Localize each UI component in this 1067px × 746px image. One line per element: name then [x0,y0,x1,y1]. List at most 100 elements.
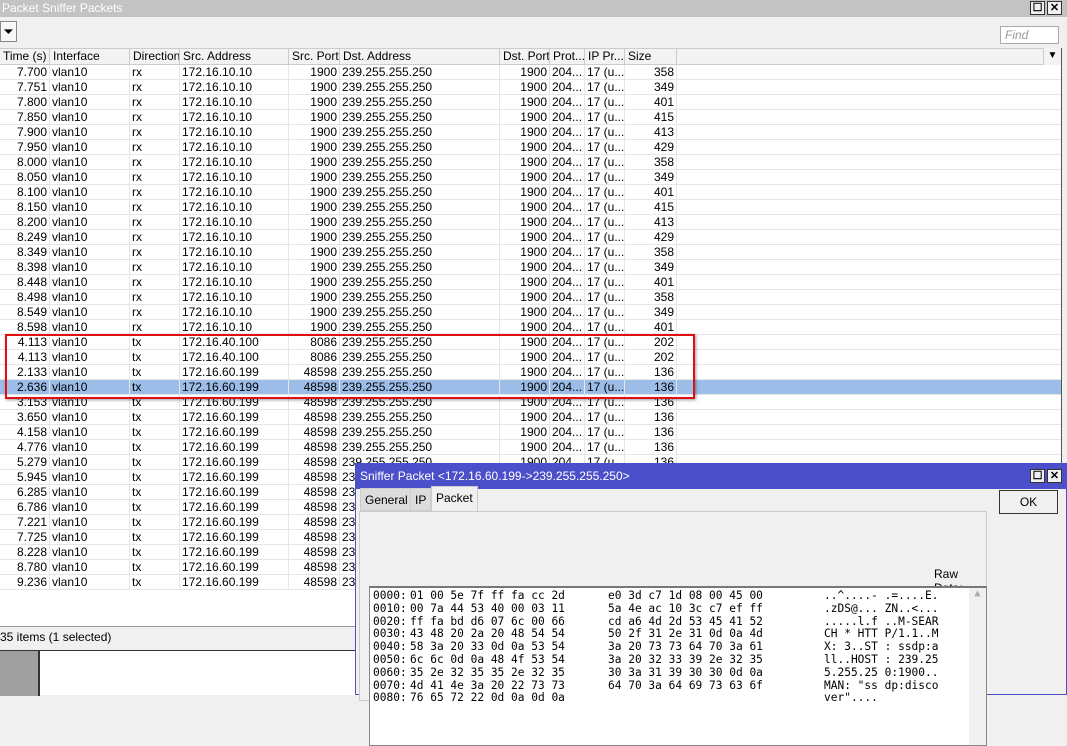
table-cell: 204... [550,80,585,95]
table-row[interactable]: 8.050 vlan10 rx 172.16.10.10 1900 239.255.255… [0,170,1061,185]
table-row[interactable]: 8.100 vlan10 rx 172.16.10.10 1900 239.255.255… [0,185,1061,200]
table-cell: rx [130,65,180,80]
filter-button[interactable]: ⏷ [0,21,17,42]
table-cell: 401 [625,185,677,200]
table-cell: 239.255.255.250 [340,245,500,260]
table-row[interactable]: 7.950 vlan10 rx 172.16.10.10 1900 239.255.255… [0,140,1061,155]
table-cell: 172.16.60.199 [180,455,289,470]
table-row[interactable]: 7.900 vlan10 rx 172.16.10.10 1900 239.255.255… [0,125,1061,140]
hex-h2: 64 70 3a 64 69 73 63 6f [608,678,763,692]
table-cell: 1900 [500,65,550,80]
column-header[interactable]: Dst. Address [340,49,500,64]
dialog-maximize-button[interactable]: ☐ [1030,469,1045,483]
find-input[interactable]: Find [1000,26,1059,44]
hex-off: 0010: [373,601,407,615]
column-header[interactable]: Interface [50,49,130,64]
vertical-scrollbar[interactable]: ▲ [969,588,986,745]
hex-h1: 6c 6c 0d 0a 48 4f 53 54 [410,652,565,666]
table-row[interactable]: 8.498 vlan10 rx 172.16.10.10 1900 239.255.255… [0,290,1061,305]
table-cell: tx [130,440,180,455]
table-cell: vlan10 [50,230,130,245]
dialog-close-button[interactable]: ✕ [1047,469,1062,483]
table-cell: tx [130,470,180,485]
table-cell: 3.650 [0,410,50,425]
table-cell: 1900 [500,230,550,245]
table-cell: vlan10 [50,140,130,155]
table-cell: 8.150 [0,200,50,215]
table-cell: 401 [625,95,677,110]
table-row[interactable]: 8.000 vlan10 rx 172.16.10.10 1900 239.255.255… [0,155,1061,170]
tab-general[interactable]: General [360,488,413,511]
table-cell: 17 (u... [585,290,625,305]
column-header[interactable]: Direction [130,49,180,64]
table-cell: 239.255.255.250 [340,125,500,140]
table-cell: 204... [550,245,585,260]
table-row[interactable]: 8.150 vlan10 rx 172.16.10.10 1900 239.255.255… [0,200,1061,215]
column-header[interactable]: Size [625,49,677,64]
row-filler [677,260,1061,275]
table-row[interactable]: 3.650 vlan10 tx 172.16.60.199 48598 239.255.2… [0,410,1061,425]
table-row[interactable]: 4.158 vlan10 tx 172.16.60.199 48598 239.255.2… [0,425,1061,440]
table-cell: 172.16.60.199 [180,545,289,560]
table-cell: 1900 [289,95,340,110]
table-cell: vlan10 [50,440,130,455]
table-cell: 204... [550,155,585,170]
table-cell: 17 (u... [585,305,625,320]
table-row[interactable]: 8.448 vlan10 rx 172.16.10.10 1900 239.255.255… [0,275,1061,290]
row-filler [677,185,1061,200]
hex-h1: 00 7a 44 53 40 00 03 11 [410,601,565,615]
hex-asc: 5.255.25 0:1900.. [824,665,939,679]
table-cell: 1900 [289,275,340,290]
table-cell: 48598 [289,530,340,545]
table-row[interactable]: 8.200 vlan10 rx 172.16.10.10 1900 239.255.255… [0,215,1061,230]
column-menu-button[interactable]: ▼ [1043,48,1061,65]
table-row[interactable]: 7.700 vlan10 rx 172.16.10.10 1900 239.255.255… [0,65,1061,80]
table-row[interactable]: 4.776 vlan10 tx 172.16.60.199 48598 239.255.2… [0,440,1061,455]
table-cell: 204... [550,425,585,440]
table-row[interactable]: 7.850 vlan10 rx 172.16.10.10 1900 239.255.255… [0,110,1061,125]
row-filler [677,320,1061,335]
table-cell: 1900 [289,140,340,155]
table-cell: 48598 [289,485,340,500]
table-row[interactable]: 8.598 vlan10 rx 172.16.10.10 1900 239.255.255… [0,320,1061,335]
table-cell: 48598 [289,560,340,575]
table-cell: 136 [625,425,677,440]
table-row[interactable]: 8.398 vlan10 rx 172.16.10.10 1900 239.255.255… [0,260,1061,275]
table-cell: 7.900 [0,125,50,140]
table-cell: 8.200 [0,215,50,230]
table-cell: vlan10 [50,170,130,185]
table-cell: 1900 [500,140,550,155]
table-row[interactable]: 8.549 vlan10 rx 172.16.10.10 1900 239.255.255… [0,305,1061,320]
column-header[interactable]: Src. Port [289,49,340,64]
table-cell: 204... [550,95,585,110]
table-cell: rx [130,170,180,185]
column-header[interactable]: Src. Address [180,49,289,64]
hex-off: 0060: [373,665,407,679]
column-header[interactable]: Time (s) [0,49,50,64]
table-cell: 7.700 [0,65,50,80]
table-row[interactable]: 7.800 vlan10 rx 172.16.10.10 1900 239.255.255… [0,95,1061,110]
column-header[interactable]: Dst. Port [500,49,550,64]
column-header[interactable]: IP Pr... [585,49,625,64]
table-cell: 136 [625,440,677,455]
column-header[interactable]: Prot... [550,49,585,64]
tab-packet[interactable]: Packet [431,486,478,512]
raw-data-hex[interactable]: 0000: 01 00 5e 7f ff fa cc 2d e0 3d c7 1d … [369,586,987,746]
table-cell: 172.16.60.199 [180,575,289,590]
table-cell: 172.16.10.10 [180,95,289,110]
tab-ip[interactable]: IP [410,488,432,511]
table-cell: 8.349 [0,245,50,260]
ok-button[interactable]: OK [999,490,1058,514]
table-cell: 1900 [500,110,550,125]
side-strip [0,651,40,696]
row-filler [677,440,1061,455]
row-filler [677,155,1061,170]
close-button[interactable]: ✕ [1047,1,1062,15]
table-row[interactable]: 8.349 vlan10 rx 172.16.10.10 1900 239.255.255… [0,245,1061,260]
table-row[interactable]: 8.249 vlan10 rx 172.16.10.10 1900 239.255.255… [0,230,1061,245]
table-cell: 1900 [500,200,550,215]
maximize-button[interactable]: ☐ [1030,1,1045,15]
table-row[interactable]: 7.751 vlan10 rx 172.16.10.10 1900 239.255.255… [0,80,1061,95]
table-cell: 1900 [500,95,550,110]
table-cell: vlan10 [50,95,130,110]
